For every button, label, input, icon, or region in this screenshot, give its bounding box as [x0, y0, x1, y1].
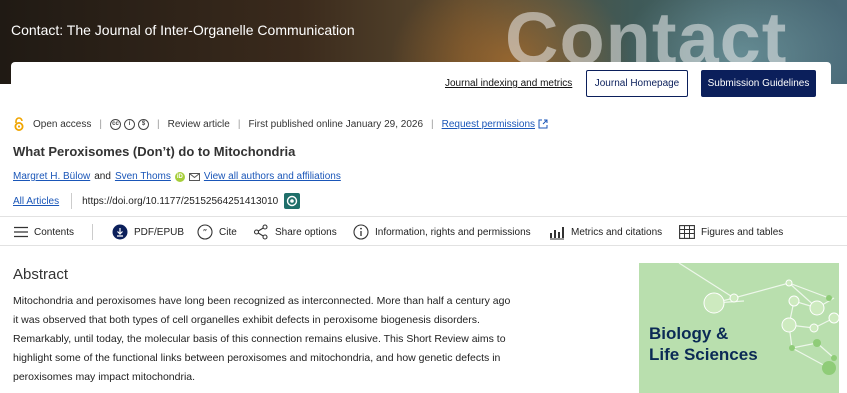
info-icon	[353, 224, 369, 240]
metrics-button[interactable]: Metrics and citations	[549, 223, 662, 241]
ad-title-line: Biology &	[649, 324, 729, 343]
abstract-line: Remarkably, until today, the molecular b…	[13, 333, 506, 345]
meta-separator: |	[431, 118, 434, 130]
contents-button[interactable]: Contents	[14, 223, 74, 241]
open-access-label: Open access	[33, 118, 92, 130]
abstract-line: it was observed that both types of cell …	[13, 314, 480, 326]
orcid-icon[interactable]: iD	[174, 171, 185, 182]
article-title: What Peroxisomes (Don’t) do to Mitochond…	[13, 144, 296, 159]
contents-label: Contents	[34, 226, 75, 238]
journal-homepage-button[interactable]: Journal Homepage	[586, 70, 688, 97]
table-icon	[679, 225, 695, 239]
open-access-icon	[13, 117, 25, 131]
request-permissions-link[interactable]: Request permissions	[442, 119, 535, 130]
article-toolbar: Contents PDF/EPUB ” Cite Share options I…	[0, 216, 847, 246]
share-options-button[interactable]: Share options	[253, 223, 337, 241]
author-link[interactable]: Margret H. Bülow	[13, 171, 90, 182]
all-articles-link[interactable]: All Articles	[13, 196, 59, 207]
download-icon	[112, 224, 128, 240]
article-type: Review article	[167, 118, 230, 130]
doi-divider	[71, 193, 73, 209]
cite-label: Cite	[219, 226, 237, 238]
pdf-epub-button[interactable]: PDF/EPUB	[112, 223, 184, 241]
cc-icon: cc	[109, 118, 121, 130]
journal-nav-bar: Journal indexing and metrics Journal Hom…	[11, 62, 831, 106]
metrics-label: Metrics and citations	[571, 226, 663, 238]
cite-button[interactable]: ” Cite	[197, 223, 237, 241]
abstract-line: Mitochondria and peroxisomes have long b…	[13, 295, 511, 307]
view-all-authors-link[interactable]: View all authors and affiliations	[204, 171, 341, 182]
nc-icon: $	[137, 118, 149, 130]
subject-ad-banner[interactable]: Biology & Life Sciences	[639, 263, 839, 393]
license-icons[interactable]: cc i $	[109, 118, 149, 130]
quote-icon: ”	[197, 224, 213, 240]
meta-separator: |	[237, 118, 241, 130]
abstract-body: Mitochondria and peroxisomes have long b…	[13, 292, 553, 387]
ad-title-line: Life Sciences	[649, 345, 758, 364]
toolbar-divider	[92, 224, 93, 240]
abstract-line: peroxisomes may impact mitochondria.	[13, 371, 196, 383]
information-button[interactable]: Information, rights and permissions	[353, 223, 531, 241]
figures-tables-label: Figures and tables	[701, 226, 784, 238]
share-options-label: Share options	[275, 226, 337, 238]
mail-icon[interactable]	[188, 172, 200, 181]
ad-title: Biology & Life Sciences	[649, 323, 758, 365]
journal-indexing-link[interactable]: Journal indexing and metrics	[445, 78, 572, 89]
figures-tables-button[interactable]: Figures and tables	[679, 223, 783, 241]
pdf-epub-label: PDF/EPUB	[134, 226, 185, 238]
authors-row: Margret H. Bülow and Sven Thoms iD View …	[13, 171, 341, 182]
svg-text:”: ”	[203, 229, 208, 239]
publication-date: First published online January 29, 2026	[248, 118, 424, 130]
share-icon	[253, 224, 268, 240]
meta-separator: |	[156, 118, 160, 130]
doi-text[interactable]: https://doi.org/10.1177/2515256425141301…	[82, 196, 278, 207]
submission-guidelines-button[interactable]: Submission Guidelines	[701, 70, 816, 97]
journal-title[interactable]: Contact: The Journal of Inter-Organelle …	[11, 22, 355, 38]
abstract-line: highlight some of the functional links b…	[13, 352, 501, 364]
article-meta-row: Open access | cc i $ | Review article | …	[13, 116, 548, 132]
external-link-icon	[538, 119, 548, 129]
doi-row: All Articles https://doi.org/10.1177/251…	[13, 193, 301, 209]
crossmark-icon[interactable]	[284, 193, 301, 209]
abstract-heading: Abstract	[13, 266, 69, 283]
menu-icon	[14, 226, 28, 238]
information-label: Information, rights and permissions	[375, 226, 531, 238]
author-conjunction: and	[94, 171, 111, 182]
author-link[interactable]: Sven Thoms	[115, 171, 171, 182]
bar-chart-icon	[550, 227, 564, 240]
meta-separator: |	[99, 118, 102, 130]
by-icon: i	[123, 118, 135, 130]
